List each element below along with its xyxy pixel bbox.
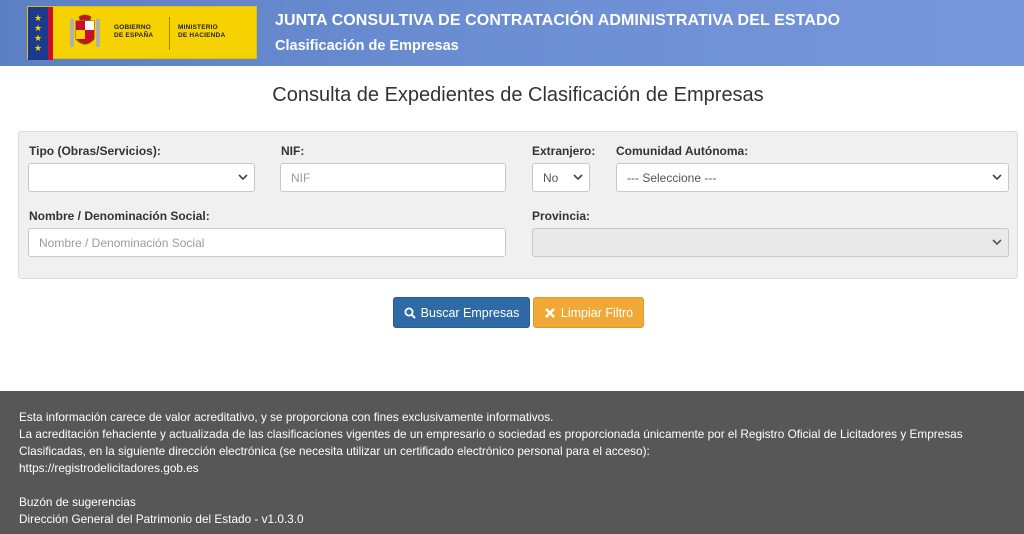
registry-link[interactable]: https://registrodelicitadores.gob.es (19, 460, 1005, 477)
nif-placeholder: NIF (291, 170, 311, 185)
chevron-down-icon (992, 174, 1002, 181)
chevron-down-icon (573, 174, 583, 181)
nombre-input[interactable]: Nombre / Denominación Social (28, 228, 506, 257)
coat-of-arms-icon (70, 14, 100, 47)
extranjero-select-value: No (543, 170, 559, 185)
chevron-down-icon (238, 174, 248, 181)
logo-divider (169, 17, 170, 50)
eu-stars-icon: ★ ★ ★ ★ (33, 13, 43, 53)
extranjero-label: Extranjero: (532, 144, 596, 158)
flag-stripe (48, 7, 53, 60)
footer-spacer (19, 477, 1005, 494)
header-subtitle: Clasificación de Empresas (275, 38, 459, 54)
comunidad-select-value: --- Seleccione --- (627, 170, 717, 185)
ministerio-text: MINISTERIO DE HACIENDA (178, 24, 226, 39)
footer-disclaimer: Esta información carece de valor acredit… (19, 410, 554, 424)
clear-button-label: Limpiar Filtro (560, 305, 634, 320)
clear-filter-button[interactable]: Limpiar Filtro (533, 297, 644, 328)
eu-flag: ★ ★ ★ ★ (28, 7, 48, 60)
footer-accreditation-cont: Clasificadas, en la siguiente dirección … (19, 444, 650, 458)
chevron-down-icon (992, 239, 1002, 246)
tipo-label: Tipo (Obras/Servicios): (29, 144, 161, 158)
provincia-select[interactable] (532, 228, 1009, 257)
search-companies-button[interactable]: Buscar Empresas (393, 297, 530, 328)
site-footer: Esta información carece de valor acredit… (0, 391, 1024, 534)
comunidad-label: Comunidad Autónoma: (616, 144, 749, 158)
close-icon (545, 307, 555, 318)
footer-accreditation: La acreditación fehaciente y actualizada… (19, 427, 963, 441)
nif-label: NIF: (281, 144, 305, 158)
page-title: Consulta de Expedientes de Clasificación… (272, 84, 764, 106)
gobierno-text: GOBIERNO DE ESPAÑA (114, 24, 154, 39)
tipo-select[interactable] (28, 163, 255, 192)
filter-panel: Tipo (Obras/Servicios): NIF: NIF Extranj… (18, 131, 1018, 279)
nombre-label: Nombre / Denominación Social: (29, 209, 210, 223)
comunidad-select[interactable]: --- Seleccione --- (616, 163, 1009, 192)
government-logo[interactable]: ★ ★ ★ ★ GOBIERNO DE ESPAÑA MINISTERIO DE HACI… (27, 6, 257, 60)
search-button-label: Buscar Empresas (420, 305, 520, 320)
nif-input[interactable]: NIF (280, 163, 506, 192)
nombre-placeholder: Nombre / Denominación Social (39, 235, 205, 250)
suggestions-link[interactable]: Buzón de sugerencias (19, 494, 1005, 511)
extranjero-select[interactable]: No (532, 163, 590, 192)
search-icon (404, 307, 416, 319)
header-title: JUNTA CONSULTIVA DE CONTRATACIÓN ADMINIS… (275, 12, 841, 29)
site-header: ★ ★ ★ ★ GOBIERNO DE ESPAÑA MINISTERIO DE HACI… (0, 0, 1024, 66)
provincia-label: Provincia: (532, 209, 591, 223)
footer-version: Dirección General del Patrimonio del Est… (19, 512, 304, 526)
